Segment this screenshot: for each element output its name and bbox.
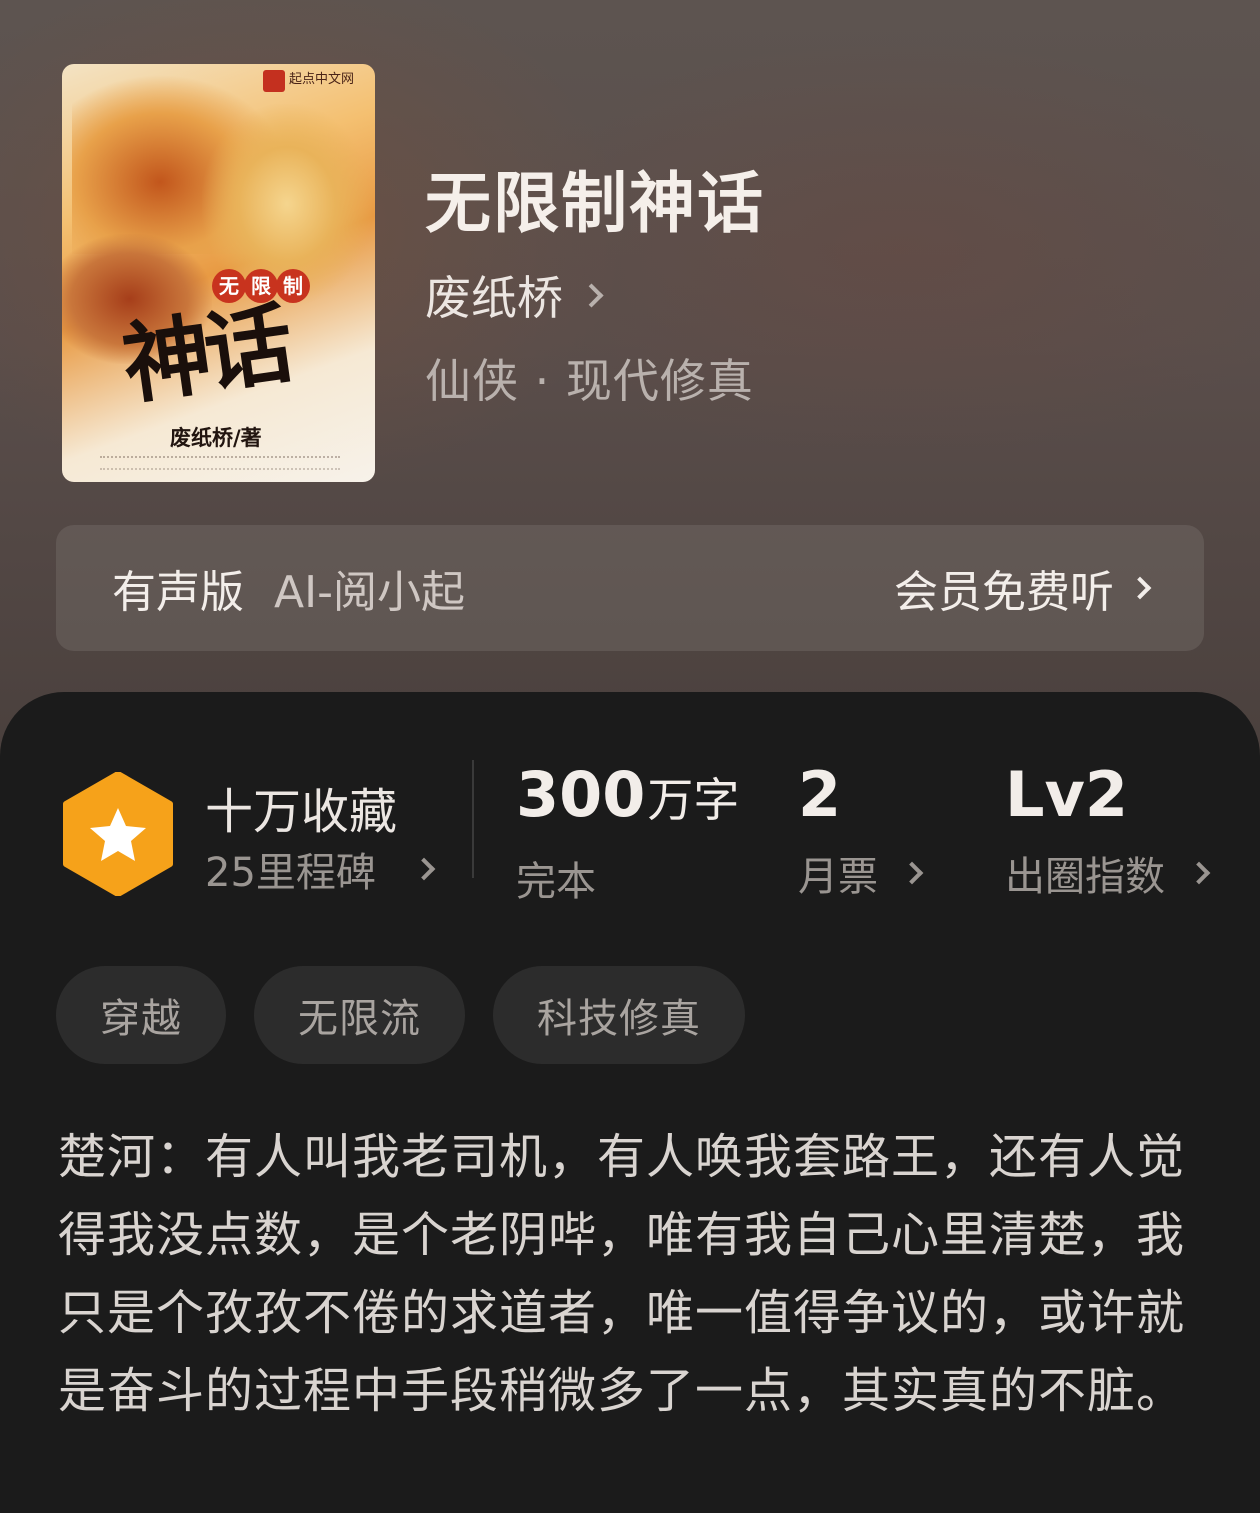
audiobook-voice: AI-阅小起 (274, 567, 465, 618)
word-count-stat: 300万字 完本 (516, 760, 739, 907)
star-badge-icon (62, 771, 174, 897)
stats-row: 十万收藏 25里程碑 300万字 完本 2 月票 Lv2 出圈指数 (0, 692, 1260, 932)
tag-list: 穿越 无限流 科技修真 (56, 966, 745, 1064)
word-count-value: 300 (516, 758, 646, 831)
cover-publisher: 起点中文网 (289, 72, 355, 87)
monthly-votes-label: 月票 (798, 854, 878, 900)
author-name: 废纸桥 (425, 271, 563, 325)
book-title: 无限制神话 (425, 165, 765, 242)
chevron-right-icon (579, 282, 604, 308)
tag-chip[interactable]: 无限流 (254, 966, 465, 1064)
book-header: 起点中文网 无限制 神话 废纸桥/著 无限制神话 废纸桥 仙侠 · 现代修真 有… (0, 0, 1260, 760)
member-free-listen-label: 会员免费听 (894, 567, 1114, 618)
author-link[interactable]: 废纸桥 (425, 262, 604, 328)
milestone-link[interactable]: 25里程碑 (205, 840, 436, 898)
cover-title: 神话 (116, 291, 294, 417)
member-free-listen-button[interactable]: 会员免费听 (894, 556, 1152, 620)
tag-chip[interactable]: 科技修真 (493, 966, 745, 1064)
word-count-unit: 万字 (647, 773, 740, 827)
audiobook-label: 有声版 (112, 567, 244, 618)
monthly-votes-value: 2 (798, 758, 842, 831)
book-details-panel: 十万收藏 25里程碑 300万字 完本 2 月票 Lv2 出圈指数 穿越 无限流… (0, 692, 1260, 1513)
chevron-right-icon (1187, 861, 1211, 885)
breakout-index-stat[interactable]: Lv2 出圈指数 (1005, 758, 1211, 902)
breakout-index-value: Lv2 (1005, 758, 1129, 831)
milestone-label: 25里程碑 (205, 850, 376, 896)
publisher-logo-icon (263, 70, 285, 92)
book-cover-image[interactable]: 起点中文网 无限制 神话 废纸桥/著 (62, 64, 375, 482)
completion-status: 完本 (516, 859, 596, 905)
chevron-right-icon (1128, 576, 1152, 600)
chevron-right-icon (412, 857, 436, 881)
stats-divider (472, 760, 474, 878)
monthly-votes-stat[interactable]: 2 月票 (798, 758, 924, 902)
book-genre: 仙侠 · 现代修真 (425, 354, 754, 408)
book-description[interactable]: 楚河：有人叫我老司机，有人唤我套路王，还有人觉得我没点数，是个老阴哔，唯有我自己… (58, 1118, 1188, 1430)
cover-seal: 制 (276, 269, 310, 303)
cover-author: 废纸桥/著 (170, 425, 262, 450)
breakout-index-label: 出圈指数 (1005, 854, 1165, 900)
cover-fine-print (100, 456, 340, 470)
chevron-right-icon (900, 861, 924, 885)
tag-chip[interactable]: 穿越 (56, 966, 226, 1064)
audiobook-bar[interactable]: 有声版 AI-阅小起 会员免费听 (56, 525, 1204, 651)
collection-count[interactable]: 十万收藏 (205, 772, 397, 842)
